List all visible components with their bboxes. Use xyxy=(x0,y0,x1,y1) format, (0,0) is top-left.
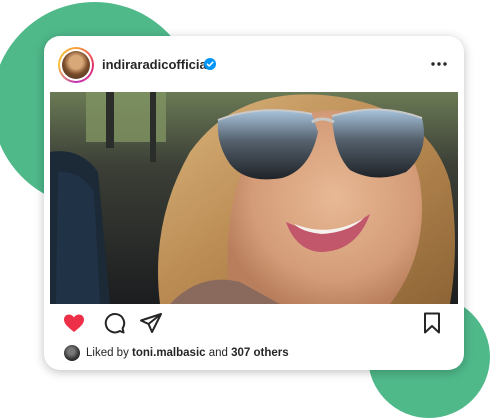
avatar[interactable] xyxy=(58,47,94,83)
action-bar xyxy=(44,308,464,336)
liked-by-others[interactable]: 307 others xyxy=(231,347,289,359)
liker-avatar[interactable] xyxy=(64,345,80,361)
post-photo[interactable] xyxy=(50,92,458,304)
share-icon[interactable] xyxy=(139,311,163,335)
instagram-post-card: indiraradicofficial Liked by toni.malbas… xyxy=(44,36,464,370)
post-header: indiraradicofficial xyxy=(44,36,464,92)
more-dots-icon[interactable] xyxy=(430,55,448,73)
liked-by-and: and xyxy=(208,347,228,359)
avatar-photo xyxy=(62,51,90,79)
username[interactable]: indiraradicofficial xyxy=(102,57,210,72)
verified-badge-icon xyxy=(204,58,216,70)
selfie-photo xyxy=(50,92,458,304)
liked-by-prefix: Liked by xyxy=(86,347,129,359)
bookmark-icon[interactable] xyxy=(420,311,444,335)
liked-by-user[interactable]: toni.malbasic xyxy=(132,347,206,359)
heart-icon[interactable] xyxy=(62,311,86,335)
comment-icon[interactable] xyxy=(102,311,126,335)
likes-text: Liked by toni.malbasic and 307 others xyxy=(86,347,289,359)
